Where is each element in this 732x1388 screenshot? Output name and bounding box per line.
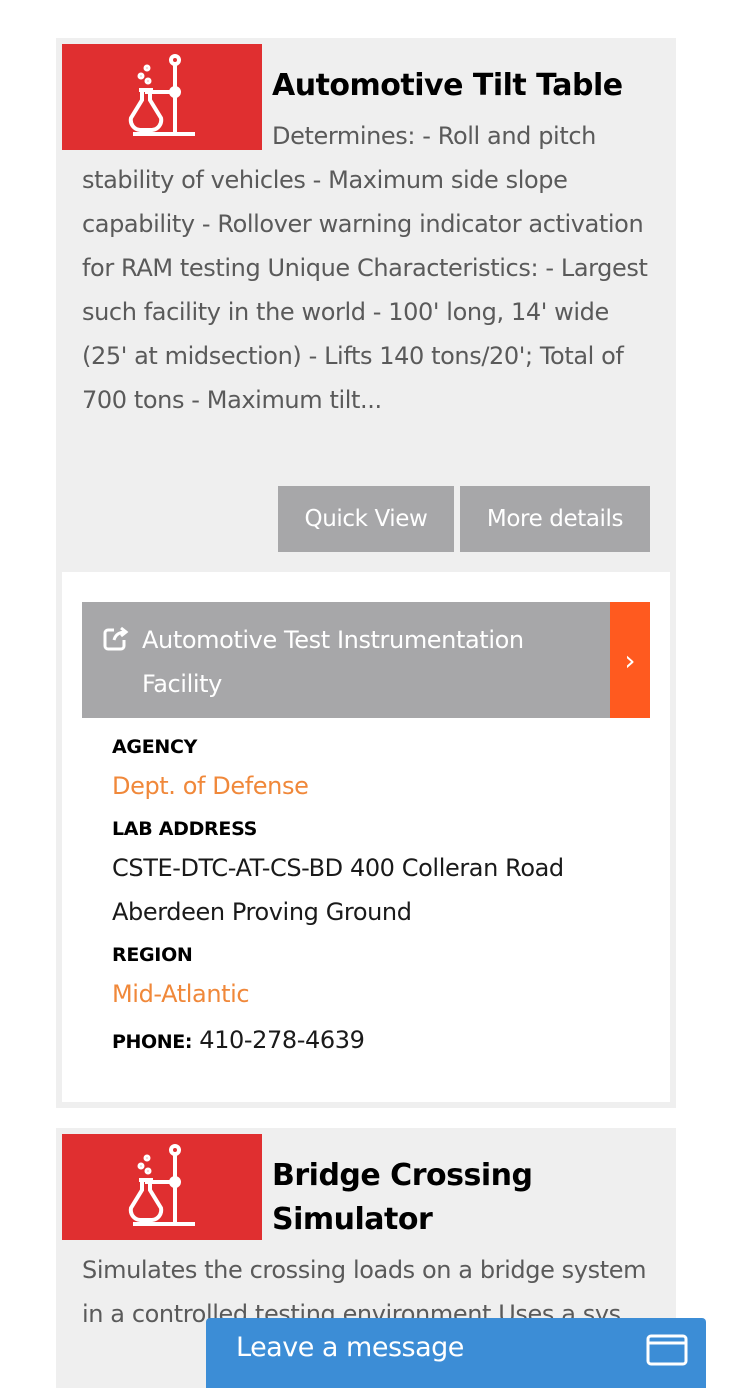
result-title[interactable]: Automotive Tilt Table	[272, 64, 623, 108]
result-card-tilt-table: Automotive Tilt Table Determines: - Roll…	[56, 38, 676, 1108]
result-title[interactable]: Bridge Crossing Simulator	[272, 1154, 652, 1242]
lab-address-value: CSTE-DTC-AT-CS-BD 400 Colleran Road Aber…	[112, 854, 564, 926]
phone-value: 410-278-4639	[199, 1026, 365, 1054]
phone-row: PHONE: 410-278-4639	[112, 1018, 632, 1064]
result-description: Determines: - Roll and pitch stability o…	[82, 122, 648, 414]
chat-label: Leave a message	[236, 1332, 464, 1363]
facility-panel: Automotive Test Instrumentation Facility…	[62, 572, 670, 1102]
quick-view-button[interactable]: Quick View	[278, 486, 454, 552]
region-link[interactable]: Mid-Atlantic	[112, 972, 632, 1016]
region-label: REGION	[112, 944, 193, 966]
agency-link[interactable]: Dept. of Defense	[112, 764, 632, 808]
facility-name: Automotive Test Instrumentation Facility	[142, 626, 524, 698]
facility-link-bar[interactable]: Automotive Test Instrumentation Facility…	[82, 602, 650, 718]
lab-flask-icon[interactable]	[62, 1134, 262, 1240]
more-details-button[interactable]: More details	[460, 486, 650, 552]
chevron-right-icon[interactable]: ›	[610, 602, 650, 718]
external-link-icon	[103, 626, 129, 651]
agency-label: AGENCY	[112, 736, 198, 758]
phone-label: PHONE:	[112, 1031, 193, 1053]
chat-window-icon	[646, 1334, 688, 1366]
leave-message-widget[interactable]: Leave a message	[206, 1318, 706, 1388]
lab-address-label: LAB ADDRESS	[112, 818, 257, 840]
